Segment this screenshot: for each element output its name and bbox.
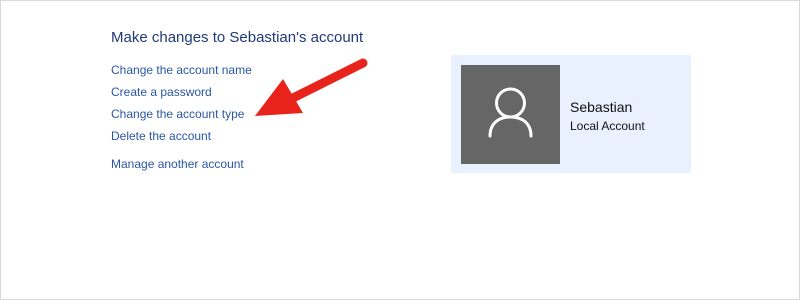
create-password-link[interactable]: Create a password (111, 85, 212, 99)
account-card: Sebastian Local Account (451, 55, 691, 173)
control-panel-window: Make changes to Sebastian's account Chan… (0, 0, 800, 300)
page-title: Make changes to Sebastian's account (111, 29, 364, 46)
change-account-name-link[interactable]: Change the account name (111, 63, 252, 77)
delete-account-link[interactable]: Delete the account (111, 129, 211, 143)
user-silhouette-icon (488, 87, 533, 138)
account-name: Sebastian (570, 99, 633, 115)
avatar (461, 65, 560, 164)
manage-another-account-link[interactable]: Manage another account (111, 157, 244, 171)
account-type: Local Account (570, 119, 645, 133)
annotation-arrow-icon (255, 58, 368, 116)
change-account-type-link[interactable]: Change the account type (111, 107, 244, 121)
